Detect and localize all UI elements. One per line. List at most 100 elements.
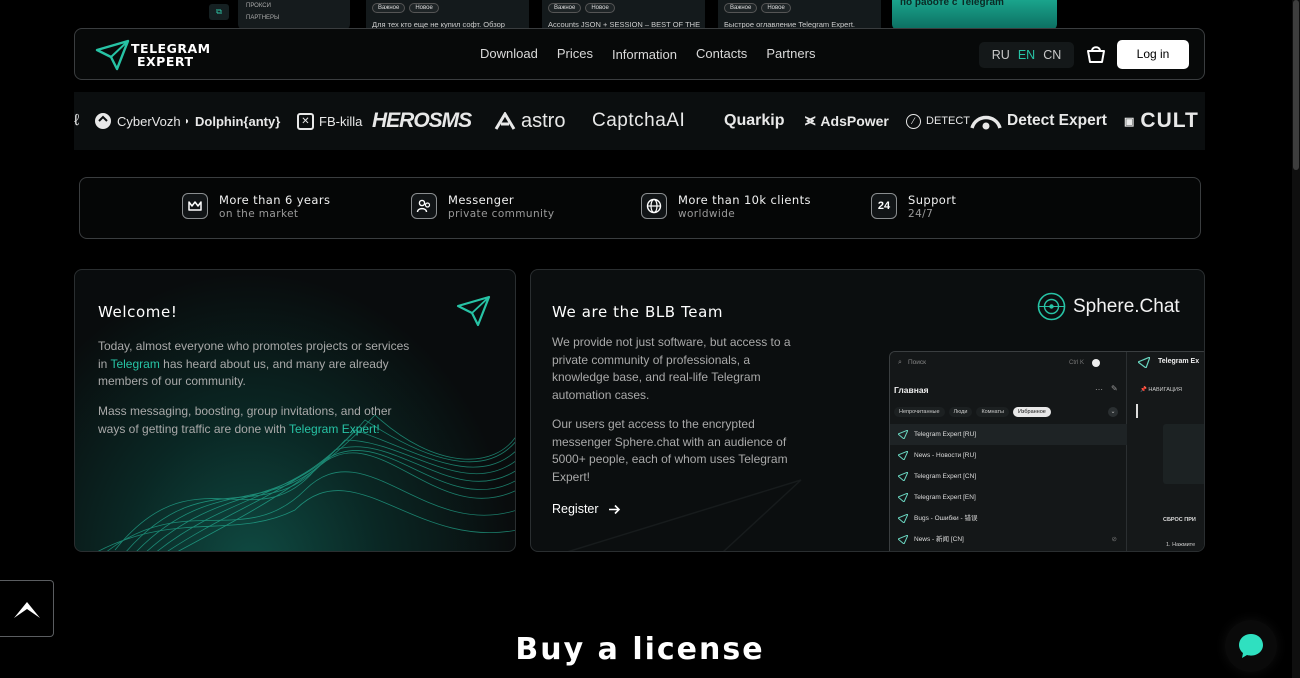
detect-icon: ⁄	[906, 113, 921, 129]
stat-years: More than 6 years on the market	[182, 193, 330, 220]
lang-cn[interactable]: CN	[1043, 48, 1061, 62]
more-icon: ⋯	[1095, 385, 1103, 394]
nav-contacts[interactable]: Contacts	[696, 46, 747, 61]
mock-home-title: Главная	[894, 385, 929, 395]
preview-green-card: по работе с Telegram	[892, 0, 1057, 30]
preview-chip: Важное	[724, 3, 758, 13]
paper-plane-icon	[95, 39, 130, 71]
mock-chat-item: Telegram Expert [RU]	[890, 424, 1127, 445]
nav-download[interactable]: Download	[480, 46, 538, 61]
mock-image-preview	[1163, 424, 1204, 484]
support-24-icon: 24	[871, 193, 897, 219]
chevron-down-icon: ⌄	[1108, 407, 1118, 417]
paper-plane-icon	[456, 295, 491, 327]
preview-chip: Важное	[548, 3, 582, 13]
stat-title: More than 6 years	[219, 193, 331, 207]
mock-room-title: Telegram Ex	[1158, 358, 1200, 365]
nav-partners[interactable]: Partners	[766, 46, 815, 61]
detect-expert-icon	[970, 115, 1002, 130]
language-switcher: RU EN CN	[979, 42, 1074, 68]
telegram-expert-logo[interactable]: TELEGRAM EXPERT	[95, 38, 210, 72]
buy-license-heading: Buy a license	[515, 632, 765, 667]
partner-logo-cybervozh[interactable]: CyberVozh	[94, 107, 181, 135]
partner-logo-cult[interactable]: ▣ CULT	[1124, 107, 1199, 135]
preview-sidebar: ⧉ ПРОКСИ ПАРТНЕРЫ	[209, 0, 350, 30]
search-icon: ⌕	[898, 359, 902, 366]
chat-view-panel: Telegram Ex 📌 НАВИГАЦИЯ СБРОС ПРИ 1. Наж…	[1128, 352, 1204, 551]
stat-messenger: Messenger private community	[411, 193, 554, 220]
cart-icon[interactable]	[1084, 42, 1108, 66]
mock-tabs: Непрочитанные Люди Комнаты Избранное	[894, 407, 1051, 417]
mock-search: ⌕ Поиск Ctrl K	[896, 356, 1102, 370]
partner-logo-detect-expert[interactable]: Detect Expert	[970, 107, 1107, 135]
partner-logo-fbkilla[interactable]: ✕ FB-killa	[297, 107, 362, 135]
partner-logo-astro[interactable]: astro	[494, 107, 565, 135]
blb-team-card: We are the BLB Team We provide not just …	[530, 269, 1205, 552]
chat-list-panel: ⌕ Поиск Ctrl K Главная ⋯ ✎ Непрочитанные…	[890, 352, 1127, 551]
external-link-icon: ⧉	[209, 4, 229, 20]
welcome-title: Welcome!	[98, 303, 178, 321]
lang-en[interactable]: EN	[1018, 48, 1035, 62]
sphere-chat-screenshot: ⌕ Поиск Ctrl K Главная ⋯ ✎ Непрочитанные…	[889, 351, 1204, 551]
adspower-icon: ⪤	[805, 112, 816, 129]
compass-icon	[1092, 359, 1100, 367]
sphere-chat-logo[interactable]: Sphere.Chat	[1037, 292, 1180, 321]
stat-title: More than 10k clients	[678, 193, 811, 207]
mock-chat-item: Telegram Expert [CN]	[890, 466, 1127, 487]
preview-green-text: по работе с Telegram	[900, 0, 1004, 8]
stat-subtitle: 24/7	[908, 208, 934, 220]
welcome-paragraph-2: Mass messaging, boosting, group invitati…	[98, 404, 392, 436]
astro-icon	[494, 112, 516, 130]
nav-information[interactable]: Information	[612, 47, 677, 62]
welcome-card: Welcome! Today, almost everyone who prom…	[74, 269, 516, 552]
mock-reset-heading: СБРОС ПРИ	[1163, 517, 1196, 523]
mock-nav-pin: 📌 НАВИГАЦИЯ	[1140, 387, 1182, 393]
sphere-icon	[1037, 292, 1066, 321]
stat-title: Support	[908, 193, 957, 207]
partner-logo-adspower[interactable]: ⪤ AdsPower	[805, 107, 889, 135]
partner-logos-strip: ℓ CyberVozh ◗ Dolphin{anty} ✕ FB-killa HE…	[74, 92, 1205, 150]
mock-chat-item: News - Новости [RU]	[890, 445, 1127, 466]
partner-logo-partial: ℓ	[74, 112, 80, 129]
stat-subtitle: worldwide	[678, 208, 736, 220]
mute-icon: ⊘	[1111, 536, 1117, 543]
preview-sidebar-item: ПАРТНЕРЫ	[246, 15, 280, 21]
partner-logo-detect[interactable]: ⁄ DETECT	[906, 107, 970, 135]
logo-line-2: EXPERT	[137, 54, 194, 69]
telegram-link[interactable]: Telegram	[110, 357, 159, 371]
preview-chip: Важное	[372, 3, 406, 13]
partner-logo-dolphin[interactable]: ◗ Dolphin{anty}	[184, 107, 280, 135]
blb-paragraph-1: We provide not just software, but access…	[552, 335, 791, 402]
cult-icon: ▣	[1124, 115, 1136, 128]
arrow-right-icon	[608, 504, 620, 514]
login-button[interactable]: Log in	[1117, 40, 1189, 69]
preview-chip: Новое	[409, 3, 439, 13]
telegram-expert-link[interactable]: Telegram Expert!	[289, 422, 380, 436]
lang-ru[interactable]: RU	[992, 48, 1010, 62]
mock-chat-item: Bugs - Ошибки - 错误	[890, 508, 1127, 529]
stats-bar: More than 6 years on the market Messenger…	[79, 177, 1201, 239]
scroll-to-top-button[interactable]	[0, 580, 54, 637]
fbkilla-icon: ✕	[297, 112, 314, 130]
mock-instruction: 1. Нажмите	[1166, 542, 1196, 548]
paper-plane-icon	[1138, 357, 1150, 368]
nav-prices[interactable]: Prices	[557, 46, 593, 61]
partner-logo-captchaai[interactable]: CaptchaAI	[592, 107, 685, 135]
partner-logo-quarkip[interactable]: Quarkip	[724, 107, 784, 135]
stat-subtitle: on the market	[219, 208, 299, 220]
chevron-up-icon	[13, 601, 40, 618]
mock-chat-item: Telegram Expert [EN]	[890, 487, 1127, 508]
page-scrollbar[interactable]	[1292, 0, 1300, 678]
crown-icon	[182, 193, 208, 219]
site-header: TELEGRAM EXPERT Download Prices Informat…	[74, 28, 1205, 80]
main-nav: Download Prices Information Contacts Par…	[480, 46, 815, 62]
blb-title: We are the BLB Team	[552, 303, 724, 321]
edit-icon: ✎	[1111, 384, 1118, 393]
stat-title: Messenger	[448, 193, 515, 207]
partner-logo-herosms[interactable]: HEROSMS	[372, 107, 472, 135]
scrollbar-thumb[interactable]	[1293, 0, 1299, 170]
users-icon	[411, 193, 437, 219]
stat-clients: More than 10k clients worldwide	[641, 193, 811, 220]
register-button[interactable]: Register	[552, 502, 621, 516]
stat-subtitle: private community	[448, 208, 555, 220]
